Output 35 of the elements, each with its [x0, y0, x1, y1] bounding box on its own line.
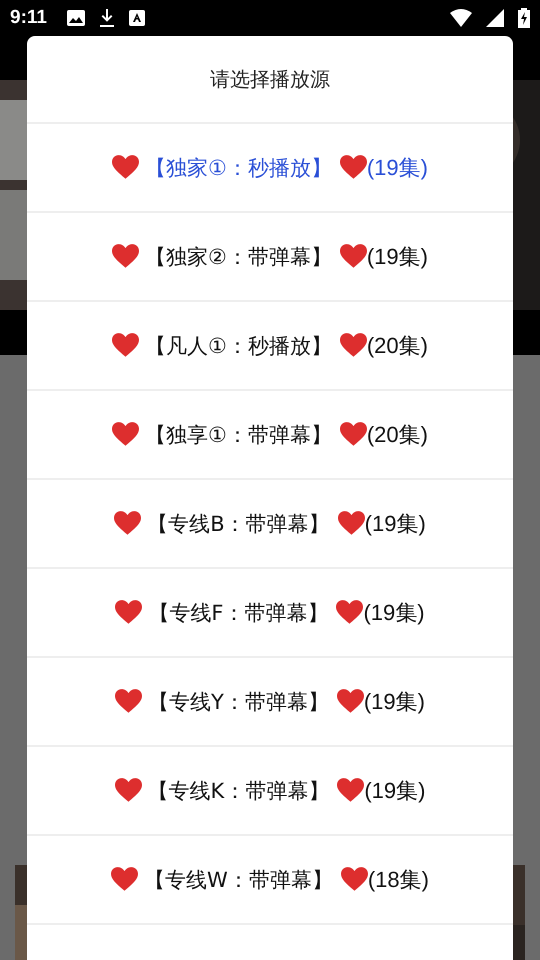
image-icon	[66, 10, 85, 26]
source-option[interactable]: 【独家②：带弹幕】 (19集)	[27, 213, 513, 302]
heart-icon	[112, 244, 140, 269]
heart-icon	[112, 155, 140, 180]
source-option[interactable]: 【独家①：秒播放】 (19集)	[27, 124, 513, 213]
font-icon	[128, 10, 145, 26]
source-option[interactable]: 【独享①：带弹幕】 (20集)	[27, 391, 513, 480]
source-option[interactable]: 【专线W：带弹幕】 (18集)	[27, 836, 513, 925]
heart-icon	[114, 778, 142, 803]
source-option[interactable]: 【凡人①：秒播放】 (20集)	[27, 302, 513, 391]
heart-icon	[336, 600, 364, 625]
heart-icon	[115, 689, 142, 714]
heart-icon	[112, 333, 140, 358]
heart-icon	[336, 689, 364, 714]
heart-icon	[337, 778, 364, 803]
heart-icon	[340, 244, 367, 269]
heart-icon	[338, 511, 365, 536]
dialog-title: 请选择播放源	[27, 36, 513, 124]
heart-icon	[114, 511, 142, 536]
signal-icon	[486, 9, 504, 27]
source-option[interactable]: 【专线F：带弹幕】 (19集)	[27, 569, 513, 658]
heart-icon	[111, 867, 138, 892]
heart-icon	[340, 867, 368, 892]
source-option[interactable]: 【专线K：带弹幕】 (19集)	[27, 747, 513, 836]
battery-icon	[518, 8, 530, 28]
wifi-icon	[450, 9, 472, 27]
source-option[interactable]: 【专线B：带弹幕】 (19集)	[27, 480, 513, 569]
download-icon	[98, 9, 115, 27]
heart-icon	[340, 422, 367, 447]
heart-icon	[115, 600, 142, 625]
heart-icon	[112, 422, 140, 447]
heart-icon	[340, 155, 367, 180]
source-option[interactable]: 【专线Y：带弹幕】 (19集)	[27, 658, 513, 747]
heart-icon	[340, 333, 367, 358]
status-time: 9:11	[10, 7, 47, 29]
